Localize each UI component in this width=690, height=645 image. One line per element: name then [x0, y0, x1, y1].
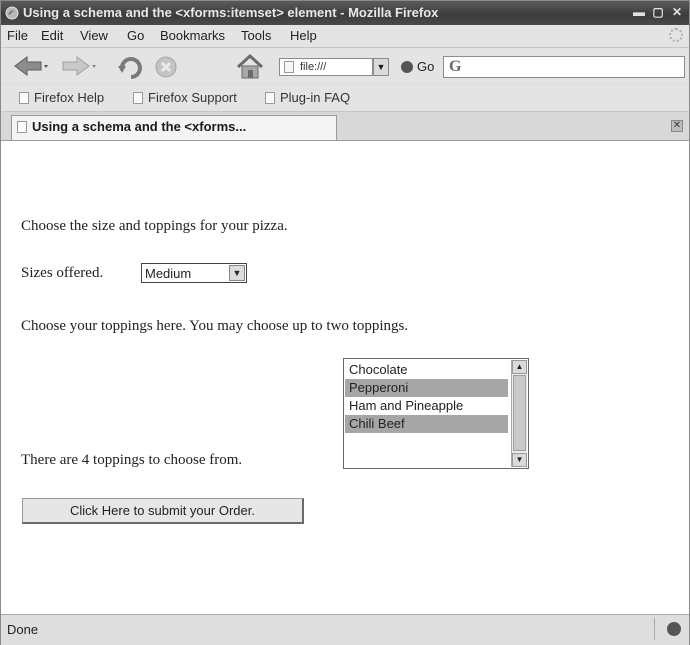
forward-icon[interactable] [61, 54, 97, 78]
topping-option[interactable]: Pepperoni [345, 379, 508, 397]
listbox-scrollbar[interactable]: ▲ ▼ [511, 360, 527, 467]
bookmark-page-icon [19, 92, 29, 104]
bookmark-label: Firefox Support [148, 90, 237, 105]
back-icon[interactable] [13, 54, 49, 78]
scroll-thumb[interactable] [513, 375, 526, 451]
status-indicator-icon [667, 622, 681, 636]
status-bar: Done [1, 614, 689, 645]
page-content: Choose the size and toppings for your pi… [1, 141, 689, 614]
bookmarks-toolbar: Firefox Help Firefox Support Plug-in FAQ [1, 85, 689, 112]
minimize-icon[interactable]: ▬ [633, 6, 645, 18]
bookmark-label: Plug-in FAQ [280, 90, 351, 105]
reload-icon[interactable] [117, 54, 145, 80]
menu-tools[interactable]: Tools [241, 28, 271, 43]
url-bar[interactable]: file:/// [279, 58, 373, 76]
title-bar: Using a schema and the <xforms:itemset> … [1, 1, 689, 25]
url-text: file:/// [300, 61, 327, 73]
submit-order-button[interactable]: Click Here to submit your Order. [22, 498, 304, 524]
bookmark-firefox-support[interactable]: Firefox Support [133, 90, 237, 105]
stop-icon[interactable] [153, 54, 179, 80]
firefox-icon [5, 6, 19, 20]
bookmark-plugin-faq[interactable]: Plug-in FAQ [265, 90, 350, 105]
throbber-icon [669, 28, 683, 42]
chevron-down-icon[interactable]: ▼ [229, 265, 245, 281]
menu-file[interactable]: File [7, 28, 28, 43]
menu-bookmarks[interactable]: Bookmarks [160, 28, 225, 43]
menu-view[interactable]: View [80, 28, 108, 43]
navigation-toolbar: file:/// ▼ Go G [1, 48, 689, 84]
go-icon [401, 61, 413, 73]
menu-edit[interactable]: Edit [41, 28, 63, 43]
bookmark-firefox-help[interactable]: Firefox Help [19, 90, 104, 105]
bookmark-page-icon [133, 92, 143, 104]
tab-label: Using a schema and the <xforms... [32, 119, 247, 134]
menu-go[interactable]: Go [127, 28, 144, 43]
toppings-prompt: Choose your toppings here. You may choos… [21, 318, 409, 334]
url-dropdown-icon[interactable]: ▼ [373, 58, 389, 76]
window-title: Using a schema and the <xforms:itemset> … [23, 5, 439, 20]
go-button[interactable]: Go [401, 59, 434, 74]
scroll-up-icon[interactable]: ▲ [512, 360, 527, 374]
sizes-label: Sizes offered. [21, 265, 104, 281]
size-selected-value: Medium [145, 266, 192, 281]
menu-help[interactable]: Help [290, 28, 317, 43]
status-separator [654, 618, 655, 640]
maximize-icon[interactable]: ▢ [652, 6, 664, 18]
status-text: Done [7, 622, 39, 637]
bookmark-page-icon [265, 92, 275, 104]
bookmark-label: Firefox Help [34, 90, 105, 105]
tab-page-icon [17, 121, 27, 133]
topping-option[interactable]: Chili Beef [345, 415, 508, 433]
topping-option[interactable]: Chocolate [345, 361, 508, 379]
size-select[interactable]: Medium ▼ [141, 263, 247, 283]
close-window-icon[interactable]: ✕ [671, 6, 683, 18]
browser-window: Using a schema and the <xforms:itemset> … [0, 0, 690, 645]
page-icon [284, 61, 294, 73]
home-icon[interactable] [235, 54, 265, 80]
topping-option[interactable]: Ham and Pineapple [345, 397, 508, 415]
toppings-count: There are 4 toppings to choose from. [21, 452, 243, 468]
go-label: Go [417, 59, 435, 74]
intro-text: Choose the size and toppings for your pi… [21, 218, 288, 234]
search-engine-icon[interactable]: G [449, 58, 461, 76]
tab-active[interactable]: Using a schema and the <xforms... [11, 115, 337, 140]
search-input[interactable]: G [443, 56, 685, 78]
close-tab-icon[interactable]: ✕ [671, 120, 683, 132]
menu-bar: File Edit View Go Bookmarks Tools Help [1, 25, 689, 48]
tab-bar: Using a schema and the <xforms... ✕ [1, 112, 689, 141]
scroll-down-icon[interactable]: ▼ [512, 453, 527, 467]
toppings-listbox[interactable]: Chocolate Pepperoni Ham and Pineapple Ch… [343, 358, 529, 469]
